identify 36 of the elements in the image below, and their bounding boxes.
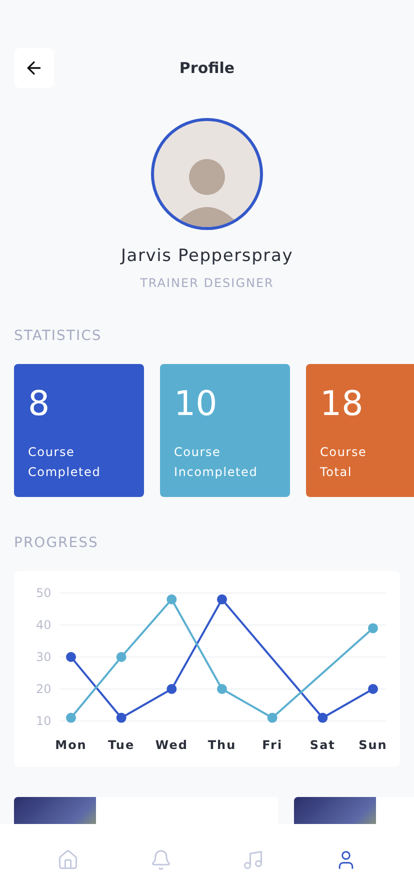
data-point (166, 594, 177, 604)
page-title: Profile (178, 58, 236, 79)
x-axis-label: Fri (262, 738, 283, 752)
data-point (166, 684, 177, 694)
y-axis-label: 10 (36, 714, 52, 728)
data-point (318, 712, 328, 723)
x-axis-label: Mon (55, 738, 87, 752)
stat-label: Course Total (320, 444, 367, 481)
section-heading: STATISTICS (14, 328, 103, 344)
x-axis-label: Sun (358, 738, 388, 752)
stat-label: Course Completed (28, 444, 101, 481)
data-point (368, 623, 378, 634)
stat-label: Course Incompleted (174, 444, 258, 481)
back-button[interactable] (14, 48, 54, 88)
stat-value: 8 (28, 384, 51, 424)
data-point (66, 652, 76, 662)
data-point (368, 684, 378, 694)
x-axis-label: Sat (310, 738, 336, 752)
data-point (267, 712, 278, 723)
data-point (217, 594, 227, 604)
y-axis-label: 20 (36, 682, 52, 696)
y-axis-label: 30 (36, 650, 52, 664)
profile-name: Jarvis Pepperspray (119, 246, 294, 266)
data-point (116, 652, 126, 662)
y-axis-label: 40 (36, 618, 52, 632)
y-axis-label: 50 (36, 586, 52, 600)
stat-value: 18 (320, 384, 364, 424)
x-axis-label: Wed (155, 738, 188, 752)
x-axis-label: Thu (208, 738, 236, 752)
data-point (116, 712, 126, 723)
stat-value: 10 (174, 384, 218, 424)
data-point (66, 712, 76, 723)
section-heading: PROGRESS (14, 535, 100, 551)
profile-role: TRAINER DESIGNER (139, 276, 275, 290)
x-axis-label: Tue (108, 738, 135, 752)
data-point (217, 684, 227, 694)
